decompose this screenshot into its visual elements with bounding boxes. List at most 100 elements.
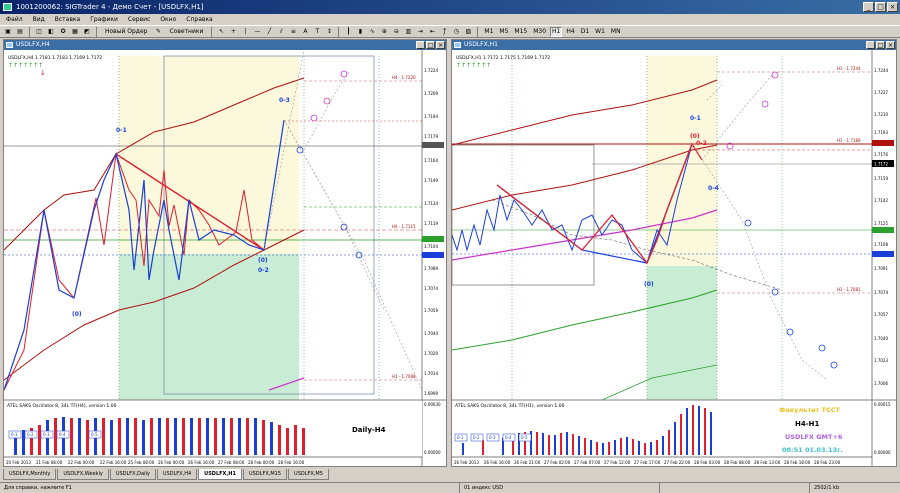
mint-zone — [647, 266, 717, 400]
menu-help[interactable]: Справка — [186, 14, 212, 25]
svg-text:1.6999: 1.6999 — [424, 391, 438, 396]
tf-m15[interactable]: M15 — [512, 27, 529, 37]
osc-blocks: 0-1 0-2 0-3 0-4 0-5 — [454, 433, 532, 442]
text-icon[interactable]: A — [300, 27, 310, 37]
chart-maximize-button[interactable]: □ — [426, 41, 435, 49]
navigator-icon[interactable]: ✪ — [58, 27, 68, 37]
svg-text:0.00000: 0.00000 — [424, 450, 441, 455]
periods-icon[interactable]: ◷ — [451, 27, 461, 37]
menu-window[interactable]: Окно — [160, 14, 176, 25]
chart-window-h4[interactable]: USDLFX,H4 _ □ × 0-1 0-3 (0) (0) 0-2 H4 -… — [3, 39, 447, 467]
terminal-icon[interactable]: ▦ — [70, 27, 80, 37]
chart-close-button[interactable]: × — [886, 41, 895, 49]
tab-m5[interactable]: USDLFX,M5 — [288, 469, 329, 480]
tf-h4[interactable]: H4 — [564, 27, 576, 37]
svg-text:1.7108: 1.7108 — [874, 242, 888, 247]
templates-icon[interactable]: ▧ — [463, 27, 473, 37]
overlay-timeframes: H4-H1 — [795, 420, 819, 428]
tile-icon[interactable]: ▥ — [403, 27, 413, 37]
svg-text:27 Feb 12:00: 27 Feb 12:00 — [604, 460, 631, 465]
new-order-button[interactable]: Новый Ордер — [101, 27, 151, 37]
tf-w1[interactable]: W1 — [593, 27, 607, 37]
svg-text:1.7074: 1.7074 — [424, 286, 438, 291]
trendline-icon[interactable]: ╱ — [264, 27, 274, 37]
tf-mn[interactable]: MN — [609, 27, 623, 37]
svg-text:0-3: 0-3 — [489, 435, 496, 440]
vline-icon[interactable]: | — [240, 27, 250, 37]
cursor-icon[interactable]: ↖ — [216, 27, 226, 37]
svg-text:26 Feb 2013: 26 Feb 2013 — [454, 460, 479, 465]
h1-plot[interactable]: 0-1 (0) 0-2 0-4 (0) H1 - 1.7244 H1 - 1.7… — [452, 50, 896, 466]
experts-button[interactable]: Советники — [165, 27, 207, 37]
svg-text:20 Feb 2013: 20 Feb 2013 — [6, 460, 31, 465]
close-button[interactable]: × — [887, 2, 898, 12]
level-label: H1 - 1.7189 — [837, 138, 861, 143]
chart-close-button[interactable]: × — [436, 41, 445, 49]
tf-m30[interactable]: M30 — [531, 27, 548, 37]
chart-minimize-button[interactable]: _ — [866, 41, 875, 49]
tf-d1[interactable]: D1 — [579, 27, 591, 37]
market-watch-icon[interactable]: ◫ — [34, 27, 44, 37]
svg-text:0.00030: 0.00030 — [424, 402, 441, 407]
svg-text:1.7194: 1.7194 — [424, 114, 438, 119]
chart-maximize-button[interactable]: □ — [876, 41, 885, 49]
line-chart-icon[interactable]: ∿ — [367, 27, 377, 37]
svg-text:0-5: 0-5 — [91, 432, 98, 437]
window-title: 1001200062: SIGTrader 4 - Демо Счет - [U… — [16, 3, 204, 11]
chart-minimize-button[interactable]: _ — [416, 41, 425, 49]
tab-weekly[interactable]: USDLFX,Weekly — [57, 469, 109, 480]
tab-h1[interactable]: USDLFX,H1 — [198, 469, 242, 480]
menu-charts[interactable]: Графики — [90, 14, 118, 25]
candles-icon[interactable]: ▮ — [355, 27, 365, 37]
arrows-icon[interactable]: ↕ — [324, 27, 334, 37]
menu-view[interactable]: Вид — [33, 14, 45, 25]
svg-text:27 Feb 08:00: 27 Feb 08:00 — [218, 460, 245, 465]
indicators-icon[interactable]: ƒ — [439, 27, 449, 37]
h4-plot[interactable]: 0-1 0-3 (0) (0) 0-2 H4 - 1.7220 H4 - 1.7… — [4, 50, 446, 466]
menu-tools[interactable]: Сервис — [128, 14, 150, 25]
menu-insert[interactable]: Вставка — [55, 14, 80, 25]
maximize-button[interactable]: □ — [875, 2, 886, 12]
hline-icon[interactable]: — — [252, 27, 262, 37]
svg-text:0-4: 0-4 — [59, 432, 66, 437]
svg-text:1.7029: 1.7029 — [424, 351, 438, 356]
tab-monthly[interactable]: USDLFX,Monthly — [3, 469, 57, 480]
minimize-button[interactable]: _ — [863, 2, 874, 12]
svg-text:1.7164: 1.7164 — [424, 158, 438, 163]
svg-text:1.7244: 1.7244 — [874, 68, 888, 73]
level-label: H1 - 1.7244 — [837, 66, 861, 71]
tester-icon[interactable]: ◩ — [82, 27, 92, 37]
metaeditor-icon[interactable]: ✎ — [153, 27, 163, 37]
svg-text:1.7149: 1.7149 — [424, 178, 438, 183]
label-icon[interactable]: T — [312, 27, 322, 37]
tab-h4[interactable]: USDLFX,H4 — [156, 469, 198, 480]
chart-window-h1[interactable]: USDLFX,H1 _ □ × 0-1 (0) 0-2 0-4 (0) H1 -… — [451, 39, 897, 467]
overlay-symbol: USDLFX GMT+6 — [785, 433, 843, 441]
tf-m5[interactable]: M5 — [497, 27, 510, 37]
svg-text:1.7059: 1.7059 — [424, 308, 438, 313]
fibo-icon[interactable]: ≡ — [288, 27, 298, 37]
svg-text:0-1: 0-1 — [457, 435, 464, 440]
zoom-in-icon[interactable]: ⊕ — [379, 27, 389, 37]
price-axis: 1.7224 1.7209 1.7194 1.7179 1.7164 1.714… — [424, 68, 438, 396]
data-window-icon[interactable]: ◧ — [46, 27, 56, 37]
shift-icon[interactable]: ⇤ — [427, 27, 437, 37]
tf-m1[interactable]: M1 — [482, 27, 495, 37]
tf-h1[interactable]: H1 — [550, 26, 563, 37]
wave-label: 0-4 — [708, 185, 719, 192]
svg-text:26 Feb 21:00: 26 Feb 21:00 — [514, 460, 541, 465]
new-chart-icon[interactable]: ▣ — [3, 27, 13, 37]
autoscroll-icon[interactable]: ⇥ — [415, 27, 425, 37]
zoom-out-icon[interactable]: ⊖ — [391, 27, 401, 37]
menu-file[interactable]: Файл — [6, 14, 23, 25]
chart-title-bar: USDLFX,H4 _ □ × — [4, 40, 446, 50]
profiles-icon[interactable]: ▤ — [15, 27, 25, 37]
mint-zone — [119, 254, 299, 400]
tab-daily[interactable]: USDLFX,Daily — [109, 469, 156, 480]
level-label: H1 - 1.7081 — [837, 287, 861, 292]
crosshair-icon[interactable]: + — [228, 27, 238, 37]
bar-chart-icon[interactable]: ┃ — [343, 27, 353, 37]
tab-m15[interactable]: USDLFX,M15 — [242, 469, 288, 480]
chart-tabs: USDLFX,Monthly USDLFX,Weekly USDLFX,Dail… — [0, 469, 900, 481]
channel-icon[interactable]: ⫽ — [276, 27, 286, 37]
